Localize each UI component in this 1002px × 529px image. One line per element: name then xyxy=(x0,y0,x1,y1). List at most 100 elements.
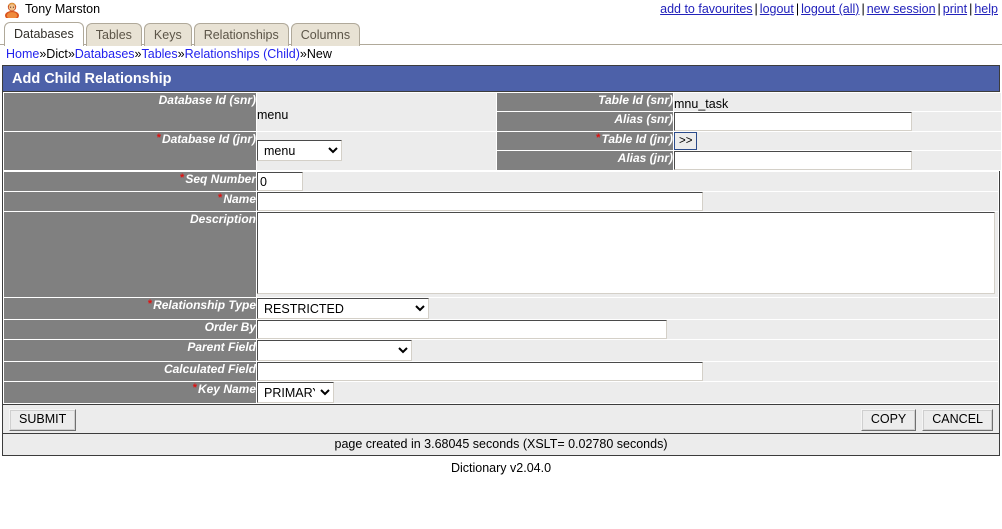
value-order-by xyxy=(256,319,999,340)
alias-snr-input[interactable] xyxy=(674,112,912,131)
calculated-field-input[interactable] xyxy=(257,362,703,381)
alias-jnr-input[interactable] xyxy=(674,151,912,170)
cancel-button[interactable]: CANCEL xyxy=(922,409,993,431)
print-link[interactable]: print xyxy=(943,2,967,16)
key-name-select[interactable]: PRIMARY xyxy=(257,382,334,403)
label-text: Seq Number xyxy=(185,172,256,186)
value-parent-field xyxy=(256,339,999,362)
label-text: Parent Field xyxy=(187,340,256,354)
label-database-id-jnr: *Database Id (jnr) xyxy=(3,131,257,171)
breadcrumb-separator: » xyxy=(67,47,75,61)
label-description: Description xyxy=(3,211,257,298)
breadcrumb-item-home[interactable]: Home xyxy=(6,47,39,61)
value-calculated-field xyxy=(256,361,999,382)
database-id-jnr-select[interactable]: menu xyxy=(257,140,342,161)
label-text: Alias (snr) xyxy=(614,112,673,126)
breadcrumb-item-relationships-child[interactable]: Relationships (Child) xyxy=(185,47,300,61)
page-title: Add Child Relationship xyxy=(3,66,999,92)
form-row-description: Description xyxy=(3,211,999,298)
description-textarea[interactable] xyxy=(257,212,995,294)
value-table-id-snr: mnu_task xyxy=(673,92,1002,112)
seq-number-input[interactable] xyxy=(257,172,303,191)
breadcrumb: Home»Dict»Databases»Tables»Relationships… xyxy=(0,45,1002,65)
tab-columns[interactable]: Columns xyxy=(290,23,361,46)
form-row-name: *Name xyxy=(3,191,999,212)
value-seq-number xyxy=(256,171,999,192)
form-row-seq-number: *Seq Number xyxy=(3,171,999,192)
order-by-input[interactable] xyxy=(257,320,667,339)
breadcrumb-separator: » xyxy=(134,47,142,61)
label-text: Description xyxy=(189,212,256,226)
label-text: Key Name xyxy=(197,382,256,396)
status-bar: page created in 3.68045 seconds (XSLT= 0… xyxy=(3,433,999,455)
tab-keys[interactable]: Keys xyxy=(143,23,192,46)
label-parent-field: Parent Field xyxy=(3,339,257,362)
form-row-database-table-jnr: *Database Id (jnr) menu *Table Id (jnr) … xyxy=(3,131,1002,171)
form-panel: Add Child Relationship Database Id (snr)… xyxy=(2,65,1002,456)
label-text: Database Id (snr) xyxy=(158,93,256,107)
copy-button[interactable]: COPY xyxy=(860,409,917,431)
label-text: Table Id (snr) xyxy=(598,93,673,107)
tab-relationships[interactable]: Relationships xyxy=(193,23,289,46)
label-order-by: Order By xyxy=(3,319,257,340)
breadcrumb-item-tables[interactable]: Tables xyxy=(142,47,178,61)
form-row-order-by: Order By xyxy=(3,319,999,340)
label-alias-jnr: Alias (jnr) xyxy=(496,150,674,171)
value-alias-snr xyxy=(673,111,1002,132)
breadcrumb-item-new: New xyxy=(306,47,332,61)
parent-field-select[interactable] xyxy=(257,340,412,361)
form-row-parent-field: Parent Field xyxy=(3,339,999,362)
user-block: Tony Marston xyxy=(4,1,101,21)
label-key-name: *Key Name xyxy=(3,381,257,404)
value-relationship-type: RESTRICTED xyxy=(256,297,999,320)
value-description xyxy=(256,211,999,298)
logout-link[interactable]: logout xyxy=(760,2,794,16)
action-bar: SUBMIT COPY CANCEL xyxy=(3,404,999,433)
value-name xyxy=(256,191,999,212)
table-id-snr-value: mnu_task xyxy=(674,97,729,111)
submit-button[interactable]: SUBMIT xyxy=(9,409,77,431)
label-database-id-snr: Database Id (snr) xyxy=(3,92,257,132)
form-row-database-table-snr: Database Id (snr) menu Table Id (snr) mn… xyxy=(3,92,1002,132)
database-id-snr-value: menu xyxy=(257,108,289,122)
label-table-id-jnr: *Table Id (jnr) xyxy=(496,131,674,151)
tab-strip: Databases Tables Keys Relationships Colu… xyxy=(0,22,1002,46)
user-name-label: Tony Marston xyxy=(25,2,101,16)
label-text: Database Id (jnr) xyxy=(161,132,256,146)
breadcrumb-separator: » xyxy=(299,47,307,61)
new-session-link[interactable]: new session xyxy=(867,2,936,16)
value-key-name: PRIMARY xyxy=(256,381,999,404)
label-alias-snr: Alias (snr) xyxy=(496,111,674,132)
label-calculated-field: Calculated Field xyxy=(3,361,257,382)
link-separator: | xyxy=(754,2,758,16)
tab-databases[interactable]: Databases xyxy=(4,22,84,46)
label-text: Calculated Field xyxy=(163,362,256,376)
label-text: Order By xyxy=(204,320,256,334)
logout-all-link[interactable]: logout (all) xyxy=(801,2,859,16)
form-row-key-name: *Key Name PRIMARY xyxy=(3,381,999,404)
help-link[interactable]: help xyxy=(974,2,998,16)
add-to-favourites-link[interactable]: add to favourites xyxy=(660,2,752,16)
label-name: *Name xyxy=(3,191,257,212)
user-avatar-icon xyxy=(4,1,20,21)
footer-version-label: Dictionary v2.04.0 xyxy=(450,461,552,475)
table-id-jnr-picker-button[interactable]: >> xyxy=(674,132,698,150)
breadcrumb-separator: » xyxy=(177,47,185,61)
relationship-type-select[interactable]: RESTRICTED xyxy=(257,298,429,319)
label-relationship-type: *Relationship Type xyxy=(3,297,257,320)
label-seq-number: *Seq Number xyxy=(3,171,257,192)
label-text: Alias (jnr) xyxy=(617,151,673,165)
tab-tables[interactable]: Tables xyxy=(85,23,142,46)
label-table-id-snr: Table Id (snr) xyxy=(496,92,674,112)
name-input[interactable] xyxy=(257,192,703,211)
link-separator: | xyxy=(937,2,941,16)
action-bar-left: SUBMIT xyxy=(9,409,77,431)
form-row-relationship-type: *Relationship Type RESTRICTED xyxy=(3,297,999,320)
form-main-table: *Seq Number *Name Description *Relations… xyxy=(3,171,999,404)
value-table-id-jnr: >> xyxy=(673,131,1002,151)
top-nav-links: add to favourites | logout | logout (all) | ne… xyxy=(660,2,998,16)
top-header-bar: Tony Marston add to favourites | logout | lo… xyxy=(0,0,1002,22)
breadcrumb-item-databases[interactable]: Databases xyxy=(75,47,135,61)
label-text: Name xyxy=(223,192,256,206)
form-top-table: Database Id (snr) menu Table Id (snr) mn… xyxy=(3,92,1002,171)
